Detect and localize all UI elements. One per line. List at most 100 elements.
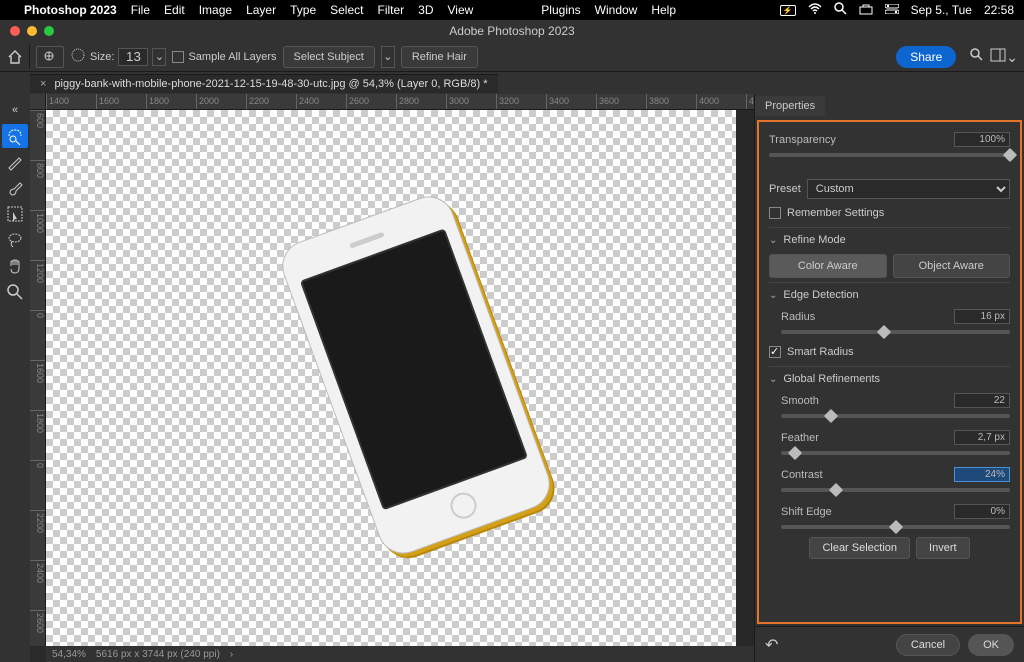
select-subject-dropdown[interactable]: ⌄ [381,46,395,68]
menubar-date[interactable]: Sep 5., Tue [911,3,972,17]
minimize-window-button[interactable] [27,26,37,36]
document-tab-strip: × piggy-bank-with-mobile-phone-2021-12-1… [0,72,1024,94]
contrast-value[interactable]: 24% [954,467,1010,482]
size-label: Size: [90,51,114,63]
collapse-icon[interactable]: « [2,98,28,122]
smart-radius-checkbox[interactable] [769,346,781,358]
transparency-value[interactable]: 100% [954,132,1010,147]
radius-value[interactable]: 16 px [954,309,1010,324]
smooth-label: Smooth [781,395,954,407]
menubar-time[interactable]: 22:58 [984,3,1014,17]
zoom-window-button[interactable] [44,26,54,36]
properties-tab[interactable]: Properties [755,96,825,116]
mac-menubar: Photoshop 2023 File Edit Image Layer Typ… [0,0,1024,20]
close-tab-icon[interactable]: × [40,78,46,90]
preset-label: Preset [769,183,801,195]
preset-select[interactable]: Custom [807,179,1010,199]
canvas-area: 1400160018002000220024002600280030003200… [30,94,754,662]
home-button[interactable] [6,45,30,69]
chevron-down-icon: ⌄ [769,235,777,246]
status-dimensions[interactable]: 5616 px x 3744 px (240 ppi) [96,649,220,660]
ok-button[interactable]: OK [968,634,1014,656]
select-subject-button[interactable]: Select Subject [283,46,375,68]
cancel-button[interactable]: Cancel [896,634,960,656]
size-input[interactable] [118,48,148,66]
ruler-horizontal[interactable]: 1400160018002000220024002600280030003200… [46,94,754,110]
properties-panel: Properties Transparency 100% Preset Cust… [754,94,1024,662]
invert-button[interactable]: Invert [916,537,970,559]
options-bar: Size: ⌄ Sample All Layers Select Subject… [0,42,1024,72]
menu-type[interactable]: Type [290,3,316,17]
size-dropdown[interactable]: ⌄ [152,48,166,66]
tool-preset-picker[interactable] [36,46,64,68]
contrast-slider[interactable] [781,488,1010,492]
menu-select[interactable]: Select [330,3,363,17]
smart-radius-label: Smart Radius [787,346,854,358]
global-refinements-header[interactable]: ⌄Global Refinements [769,366,1010,389]
hand-tool[interactable] [2,254,28,278]
radius-slider[interactable] [781,330,1010,334]
menu-window[interactable]: Window [595,3,638,17]
contrast-label: Contrast [781,469,954,481]
edge-detection-header[interactable]: ⌄Edge Detection [769,282,1010,305]
sample-all-layers-checkbox[interactable] [172,51,184,63]
phone-cutout [275,189,557,561]
chevron-down-icon: ⌄ [769,290,777,301]
ruler-origin[interactable] [30,94,46,110]
refine-hair-button[interactable]: Refine Hair [401,46,478,68]
remember-settings-label: Remember Settings [787,207,884,219]
transparency-label: Transparency [769,134,954,146]
workspace-icon[interactable]: ⌄ [990,48,1018,66]
shift-edge-label: Shift Edge [781,506,954,518]
smooth-slider[interactable] [781,414,1010,418]
object-selection-tool[interactable] [2,202,28,226]
transparency-slider[interactable] [769,153,1010,157]
search-bar-icon[interactable] [970,48,984,65]
toolbox-icon[interactable] [859,3,873,18]
status-zoom[interactable]: 54,34% [52,649,86,660]
share-button[interactable]: Share [896,46,956,68]
clear-selection-button[interactable]: Clear Selection [809,537,910,559]
menu-file[interactable]: File [131,3,150,17]
quick-selection-tool[interactable] [2,124,28,148]
status-caret-icon[interactable]: › [230,649,233,660]
battery-icon[interactable]: ⚡ [780,5,796,16]
revert-icon[interactable]: ↶ [765,635,778,655]
brush-tool[interactable] [2,176,28,200]
object-aware-button[interactable]: Object Aware [893,254,1011,278]
document-tab[interactable]: × piggy-bank-with-mobile-phone-2021-12-1… [30,74,498,93]
control-center-icon[interactable] [885,3,899,17]
menu-edit[interactable]: Edit [164,3,185,17]
brush-circle-icon[interactable] [70,47,86,66]
feather-slider[interactable] [781,451,1010,455]
menu-view[interactable]: View [448,3,474,17]
menu-image[interactable]: Image [199,3,232,17]
refine-edge-brush-tool[interactable] [2,150,28,174]
menu-layer[interactable]: Layer [246,3,276,17]
zoom-tool[interactable] [2,280,28,304]
radius-label: Radius [781,311,954,323]
lasso-tool[interactable] [2,228,28,252]
remember-settings-checkbox[interactable] [769,207,781,219]
color-aware-button[interactable]: Color Aware [769,254,887,278]
smooth-value[interactable]: 22 [954,393,1010,408]
feather-value[interactable]: 2,7 px [954,430,1010,445]
status-bar: 54,34% 5616 px x 3744 px (240 ppi) › [46,646,754,662]
tools-panel: « [0,94,30,662]
menu-3d[interactable]: 3D [418,3,433,17]
close-window-button[interactable] [10,26,20,36]
menu-help[interactable]: Help [651,3,676,17]
canvas-transparency-grid[interactable] [46,110,736,646]
refine-mode-header[interactable]: ⌄Refine Mode [769,227,1010,250]
shift-edge-value[interactable]: 0% [954,504,1010,519]
window-titlebar: Adobe Photoshop 2023 [0,20,1024,42]
menu-plugins[interactable]: Plugins [541,3,580,17]
feather-label: Feather [781,432,954,444]
menu-filter[interactable]: Filter [377,3,404,17]
window-title: Adobe Photoshop 2023 [449,24,574,38]
search-icon[interactable] [834,2,847,18]
shift-edge-slider[interactable] [781,525,1010,529]
wifi-icon[interactable] [808,3,822,18]
ruler-vertical[interactable]: 6008001000120001600180002200240026002800 [30,110,46,646]
menu-app[interactable]: Photoshop 2023 [24,3,117,17]
